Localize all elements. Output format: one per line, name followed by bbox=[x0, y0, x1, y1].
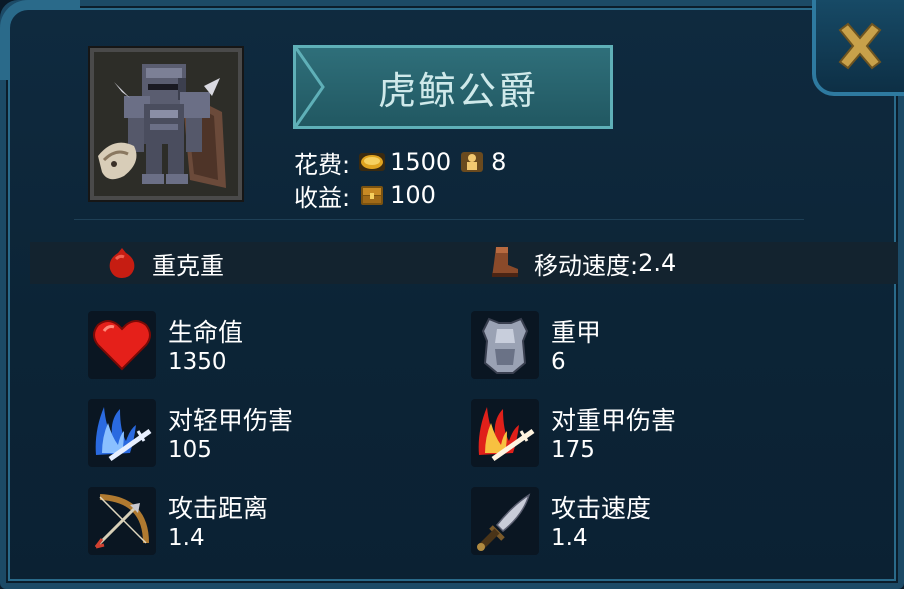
stat-name: 对重甲伤害 bbox=[551, 406, 677, 435]
armor-class-label: 重克重 bbox=[152, 251, 224, 280]
stat-icon-box bbox=[471, 399, 539, 467]
boot-icon bbox=[492, 247, 518, 277]
stat-value: 1.4 bbox=[551, 525, 588, 551]
header-divider bbox=[74, 219, 804, 220]
red-gem-icon bbox=[109, 248, 135, 278]
stat-health: 生命值 1350 bbox=[88, 311, 448, 383]
income-row: 收益: 100 bbox=[294, 179, 444, 212]
stat-value: 1.4 bbox=[168, 525, 205, 551]
armor-class-trait: 重克重 bbox=[104, 242, 224, 284]
stat-name: 对轻甲伤害 bbox=[168, 406, 294, 435]
gold-coin-icon bbox=[359, 153, 386, 171]
stat-attack-speed: 攻击速度 1.4 bbox=[471, 487, 831, 559]
unit-name-banner: 虎鲸公爵 bbox=[293, 45, 613, 129]
armored-knight-portrait bbox=[94, 52, 238, 196]
stat-value: 1350 bbox=[168, 349, 227, 375]
cost-row: 花费: 1500 8 bbox=[294, 146, 514, 179]
banner-arrow-icon bbox=[294, 47, 325, 127]
unit-portrait bbox=[90, 48, 242, 200]
stat-name: 生命值 bbox=[168, 318, 244, 347]
stat-icon-box bbox=[471, 487, 539, 555]
move-speed-trait: 移动速度: 2.4 bbox=[486, 242, 676, 284]
population-icon bbox=[461, 152, 484, 172]
stat-icon-box bbox=[471, 311, 539, 379]
stat-value: 6 bbox=[551, 349, 566, 375]
stat-icon-box bbox=[88, 399, 156, 467]
income-label: 收益: bbox=[294, 183, 351, 212]
dagger-icon bbox=[477, 493, 531, 551]
unit-name: 虎鲸公爵 bbox=[377, 68, 538, 113]
blue-slash-icon bbox=[95, 407, 152, 462]
armor-icon bbox=[481, 317, 529, 374]
stat-armor: 重甲 6 bbox=[471, 311, 831, 383]
panel-corner-ornament bbox=[0, 0, 80, 80]
treasure-chest-icon bbox=[361, 186, 384, 205]
stat-name: 重甲 bbox=[551, 318, 602, 347]
close-button[interactable] bbox=[812, 0, 904, 96]
stat-value: 175 bbox=[551, 437, 595, 463]
stat-name: 攻击速度 bbox=[551, 494, 652, 523]
bow-icon bbox=[94, 494, 149, 549]
stat-light-armor-damage: 对轻甲伤害 105 bbox=[88, 399, 448, 471]
move-speed-label: 移动速度: bbox=[534, 251, 639, 280]
stat-heavy-armor-damage: 对重甲伤害 175 bbox=[471, 399, 831, 471]
move-speed-value: 2.4 bbox=[638, 249, 677, 277]
stat-attack-range: 攻击距离 1.4 bbox=[88, 487, 448, 559]
cost-supply-value: 8 bbox=[491, 148, 507, 176]
heart-icon bbox=[93, 320, 151, 371]
stat-name: 攻击距离 bbox=[168, 494, 269, 523]
cost-gold-value: 1500 bbox=[390, 148, 452, 176]
income-value: 100 bbox=[390, 181, 436, 209]
close-icon bbox=[838, 22, 882, 70]
trait-strip: 重克重 移动速度: 2.4 bbox=[30, 242, 898, 284]
cost-label: 花费: bbox=[294, 150, 351, 179]
fire-slash-icon bbox=[478, 407, 535, 462]
stat-icon-box bbox=[88, 311, 156, 379]
stat-icon-box bbox=[88, 487, 156, 555]
stat-value: 105 bbox=[168, 437, 212, 463]
